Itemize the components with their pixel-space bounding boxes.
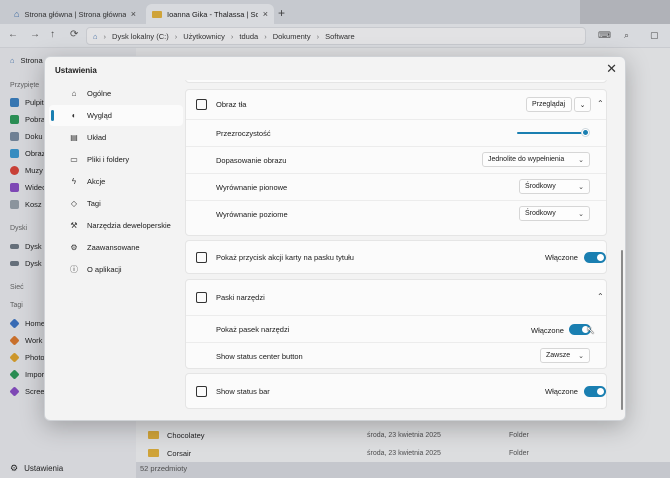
toggle-state-label: Włączone (545, 253, 578, 262)
nav-item-layout[interactable]: ▤ Układ (49, 127, 183, 148)
home-icon: ⌂ (71, 89, 77, 98)
nav-item-advanced[interactable]: ⚙ Zaawansowane (49, 237, 183, 258)
chevron-down-icon: ⌄ (579, 101, 586, 109)
status-bar-icon (196, 385, 207, 397)
browse-button[interactable]: Przeglądaj (526, 97, 572, 112)
image-icon (196, 99, 207, 110)
toggle-state-label: Włączone (545, 387, 578, 396)
chevron-up-icon[interactable]: ⌃ (597, 99, 604, 108)
status-center-row: Show status center button Zawsze ⌄ (186, 342, 606, 369)
opacity-row: Przezroczystość (186, 119, 606, 146)
dialog-title: Ustawienia (55, 66, 97, 75)
folder-icon: ▭ (70, 155, 78, 164)
layout-icon: ▤ (70, 133, 78, 142)
browse-menu-button[interactable]: ⌄ (574, 97, 591, 112)
status-bar-label: Show status bar (216, 386, 270, 396)
chevron-down-icon: ⌄ (578, 183, 584, 191)
nav-item-actions[interactable]: ϟ Akcje (49, 171, 183, 192)
gear-icon: ⚙ (70, 243, 78, 252)
tag-icon: ◇ (70, 199, 78, 208)
toolbars-header: Paski narzędzi ⌃ (186, 280, 606, 315)
horizontal-align-row: Wyrównanie poziome Środkowy ⌄ (186, 200, 606, 227)
nav-label: Ogólne (87, 89, 112, 98)
background-image-header: Obraz tła Przeglądaj ⌄ ⌃ (186, 90, 606, 119)
settings-nav: ⌂ Ogólne ◐ Wygląd ▤ Układ ▭ Pliki i fold… (49, 83, 183, 281)
chevron-down-icon: ⌄ (578, 352, 584, 360)
nav-item-about[interactable]: ⓘ O aplikacji (49, 259, 183, 280)
tab-actions-card: Pokaż przycisk akcji karty na pasku tytu… (185, 240, 607, 274)
tab-actions-icon (196, 251, 207, 263)
previous-card (185, 80, 607, 83)
status-bar-row: Show status bar Włączone (186, 374, 606, 408)
horizontal-align-dropdown[interactable]: Środkowy ⌄ (519, 206, 590, 221)
show-toolbar-label: Pokaż pasek narzędzi (216, 324, 290, 334)
palette-icon: ◐ (71, 111, 77, 120)
tab-actions-label: Pokaż przycisk akcji karty na pasku tytu… (216, 252, 354, 262)
toolbar-icon (196, 292, 207, 303)
mouse-cursor-icon: ↖ (586, 325, 596, 337)
tab-actions-toggle[interactable] (584, 252, 606, 263)
opacity-slider-track[interactable] (517, 132, 583, 134)
opacity-slider-thumb[interactable] (582, 129, 589, 136)
nav-item-files-folders[interactable]: ▭ Pliki i foldery (49, 149, 183, 170)
status-bar-card: Show status bar Włączone (185, 373, 607, 409)
info-icon: ⓘ (70, 265, 78, 274)
chevron-up-icon[interactable]: ⌃ (597, 292, 604, 301)
browse-label: Przeglądaj (532, 101, 566, 108)
settings-scrollbar[interactable] (621, 250, 623, 410)
settings-dialog: Ustawienia ✕ ⌂ Ogólne ◐ Wygląd ▤ Układ ▭… (44, 56, 626, 421)
toolbars-title: Paski narzędzi (216, 293, 265, 302)
horizontal-align-value: Środkowy (525, 210, 556, 217)
image-fit-label: Dopasowanie obrazu (216, 155, 287, 165)
nav-label: Pliki i foldery (87, 155, 130, 164)
toolbars-card: Paski narzędzi ⌃ Pokaż pasek narzędzi Wł… (185, 279, 607, 369)
nav-label: O aplikacji (87, 265, 122, 274)
background-image-card: Obraz tła Przeglądaj ⌄ ⌃ Przezroczystość… (185, 89, 607, 236)
nav-label: Układ (87, 133, 107, 142)
lightning-icon: ϟ (71, 177, 77, 186)
show-toolbar-row: Pokaż pasek narzędzi Włączone ↖ (186, 315, 606, 342)
vertical-align-row: Wyrównanie pionowe Środkowy ⌄ (186, 173, 606, 200)
vertical-align-dropdown[interactable]: Środkowy ⌄ (519, 179, 590, 194)
tab-actions-row: Pokaż przycisk akcji karty na pasku tytu… (186, 241, 606, 273)
nav-label: Akcje (87, 177, 106, 186)
nav-label: Tagi (87, 199, 101, 208)
vertical-align-label: Wyrównanie pionowe (216, 182, 288, 192)
nav-label: Narzędzia deweloperskie (87, 221, 171, 230)
code-icon: ⚒ (70, 221, 78, 230)
status-bar-toggle[interactable] (584, 386, 606, 397)
settings-content: Obraz tła Przeglądaj ⌄ ⌃ Przezroczystość… (185, 80, 625, 420)
nav-label: Zaawansowane (87, 243, 140, 252)
nav-item-general[interactable]: ⌂ Ogólne (49, 83, 183, 104)
image-fit-row: Dopasowanie obrazu Jednolite do wypełnie… (186, 146, 606, 173)
horizontal-align-label: Wyrównanie poziome (216, 209, 288, 219)
toggle-state-label: Włączone (531, 326, 564, 335)
nav-item-tags[interactable]: ◇ Tagi (49, 193, 183, 214)
image-fit-value: Jednolite do wypełnienia (488, 156, 565, 163)
nav-label: Wygląd (87, 111, 112, 120)
image-fit-dropdown[interactable]: Jednolite do wypełnienia ⌄ (482, 152, 590, 167)
status-center-dropdown[interactable]: Zawsze ⌄ (540, 348, 590, 363)
close-icon[interactable]: ✕ (606, 61, 617, 77)
chevron-down-icon: ⌄ (578, 156, 584, 164)
vertical-align-value: Środkowy (525, 183, 556, 190)
status-center-label: Show status center button (216, 351, 303, 361)
nav-item-dev-tools[interactable]: ⚒ Narzędzia deweloperskie (49, 215, 183, 236)
opacity-label: Przezroczystość (216, 128, 271, 138)
nav-item-appearance[interactable]: ◐ Wygląd (49, 105, 183, 126)
status-center-value: Zawsze (546, 352, 571, 359)
background-image-title: Obraz tła (216, 100, 247, 109)
chevron-down-icon: ⌄ (578, 210, 584, 218)
